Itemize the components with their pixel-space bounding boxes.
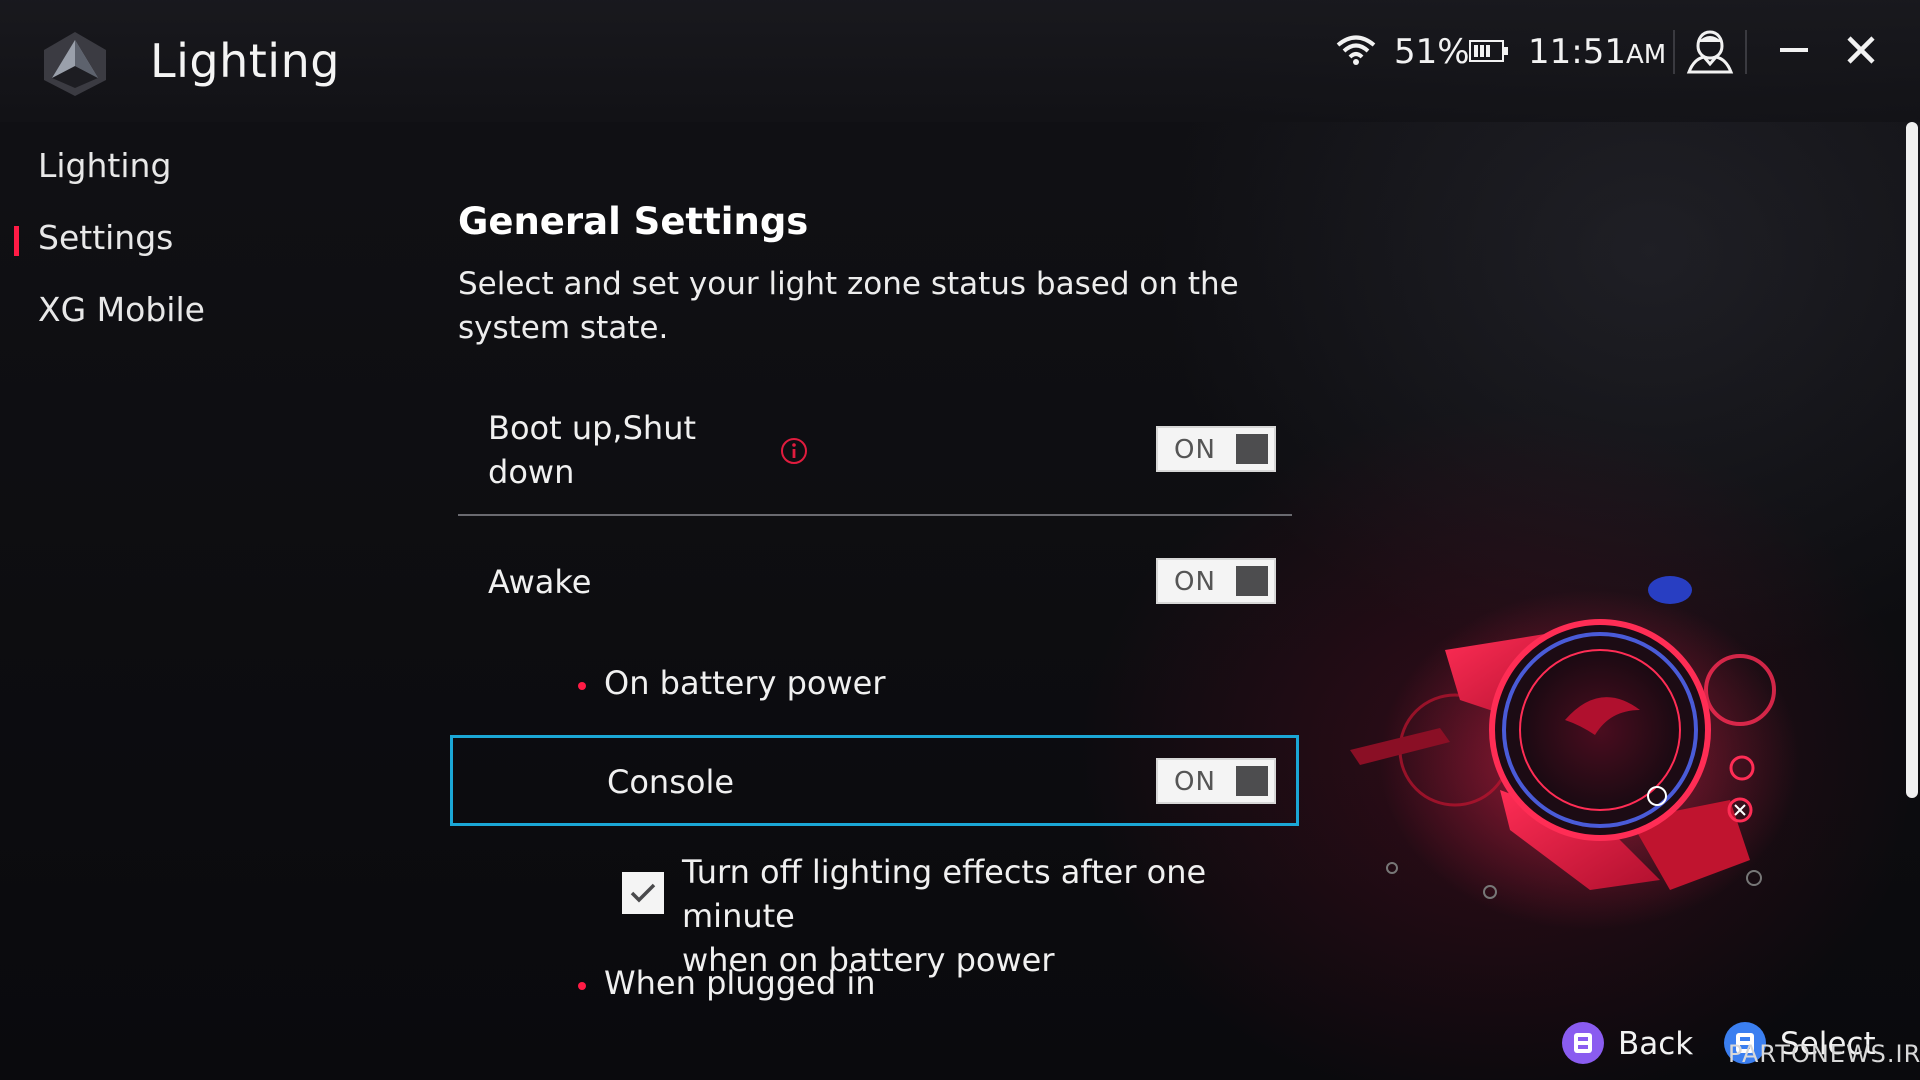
logo-icon: [44, 32, 106, 96]
title-bar: Lighting 51% 11:51AM: [0, 0, 1920, 122]
row-divider: [458, 514, 1292, 516]
sidebar-item-label: XG Mobile: [38, 290, 205, 329]
sidebar-item-label: Lighting: [38, 146, 172, 185]
close-icon[interactable]: [1843, 32, 1879, 68]
sidebar-item-settings[interactable]: Settings: [13, 218, 174, 257]
boot-shutdown-label-line2: down: [488, 453, 575, 491]
b-button-icon: [1562, 1022, 1604, 1064]
toggle-knob: [1236, 566, 1268, 596]
battery-icon: [1469, 40, 1508, 62]
section-title: General Settings: [458, 200, 809, 243]
armoury-crate-window: Lighting 51% 11:51AM Lighting Settings X…: [0, 0, 1920, 1080]
toggle-state: ON: [1174, 767, 1216, 797]
divider: [1745, 30, 1747, 74]
sidebar-item-lighting[interactable]: Lighting: [38, 146, 171, 185]
console-toggle[interactable]: ON: [1156, 758, 1276, 804]
wifi-icon: [1336, 35, 1376, 65]
toggle-knob: [1236, 766, 1268, 796]
awake-toggle[interactable]: ON: [1156, 558, 1276, 604]
check-icon: [630, 883, 656, 903]
section-description: Select and set your light zone status ba…: [458, 266, 1239, 346]
awake-label: Awake: [488, 563, 592, 601]
boot-shutdown-toggle[interactable]: ON: [1156, 426, 1276, 472]
clock-time: 11:51: [1528, 32, 1626, 72]
bullet-icon: [578, 682, 586, 690]
info-icon[interactable]: [779, 436, 809, 466]
toggle-state: ON: [1174, 435, 1216, 465]
checkbox-label-line1: Turn off lighting effects after one minu…: [682, 853, 1207, 935]
sidebar-item-label: Settings: [38, 218, 174, 257]
battery-power-heading: On battery power: [604, 664, 886, 702]
sidebar-item-xg-mobile[interactable]: XG Mobile: [38, 290, 205, 329]
boot-shutdown-label-line1: Boot up,Shut: [488, 409, 697, 447]
rog-controller-artwork: [1350, 576, 1800, 930]
divider: [1673, 30, 1675, 74]
minimize-icon[interactable]: [1778, 32, 1810, 68]
clock-ampm: AM: [1625, 40, 1667, 70]
watermark-text: PARTONEWS.IR: [1728, 1040, 1920, 1068]
toggle-knob: [1236, 434, 1268, 464]
plugged-in-heading: When plugged in: [604, 964, 876, 1002]
turn-off-lighting-checkbox[interactable]: [622, 872, 664, 914]
turn-off-lighting-label: Turn off lighting effects after one minu…: [682, 850, 1302, 982]
window-title: Lighting: [150, 34, 340, 88]
account-icon[interactable]: [1684, 28, 1736, 74]
battery-percent: 51%: [1394, 32, 1470, 72]
bullet-icon: [578, 982, 586, 990]
boot-shutdown-label: Boot up,Shut down: [488, 406, 696, 494]
scrollbar[interactable]: [1906, 122, 1918, 798]
toggle-state: ON: [1174, 567, 1216, 597]
clock: 11:51AM: [1528, 32, 1666, 72]
back-label: Back: [1618, 1026, 1694, 1062]
console-label: Console: [607, 763, 735, 801]
